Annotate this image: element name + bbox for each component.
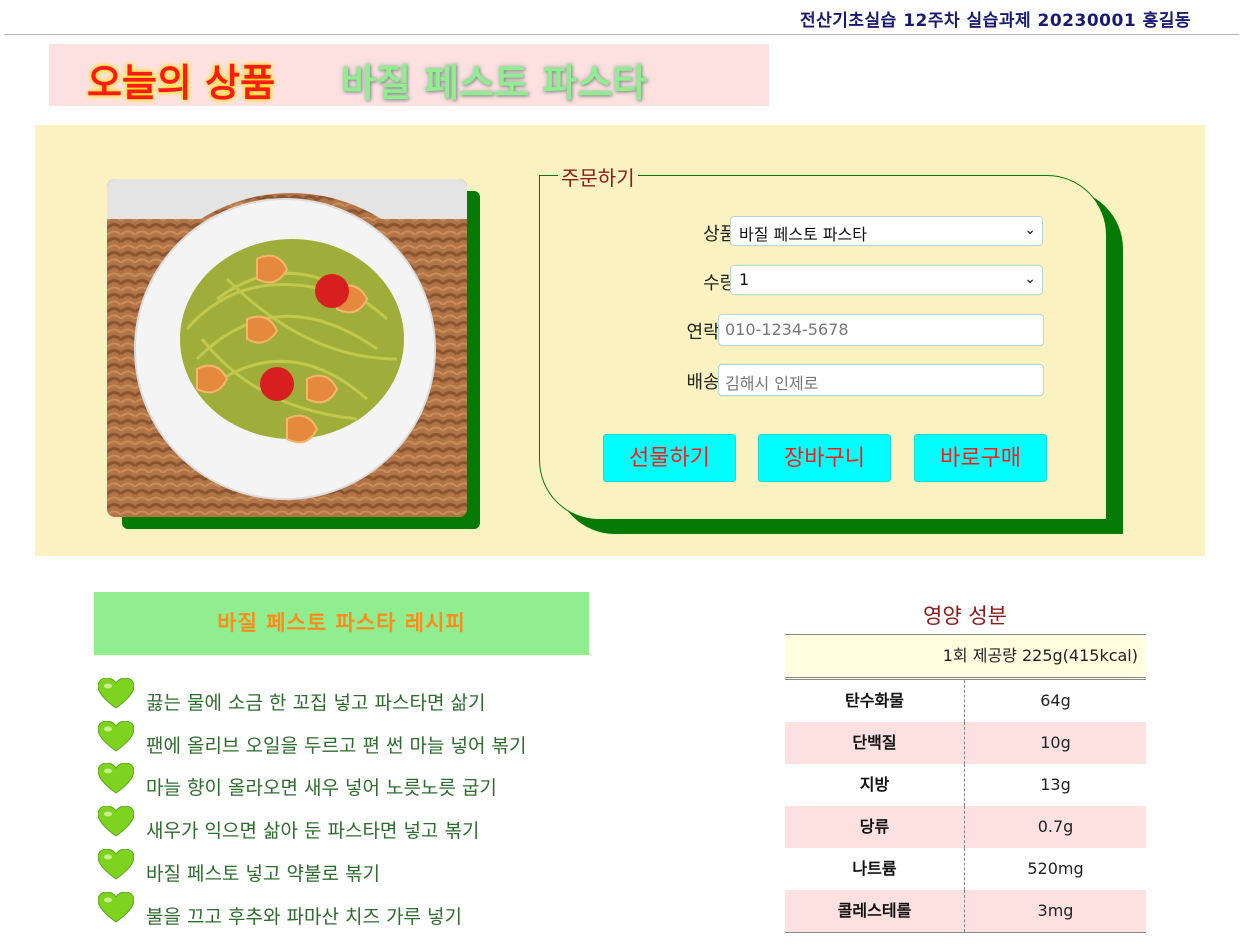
nutrition-caption: 영양 성분: [923, 604, 1007, 628]
nutrient-value: 3mg: [1037, 901, 1074, 920]
recipe-step-text: 새우가 익으면 삶아 둔 파스타면 넣고 볶기: [146, 820, 480, 842]
nutrition-row: 탄수화물 64g: [785, 680, 1146, 722]
nutrition-row: 단백질 10g: [785, 722, 1146, 764]
product-select[interactable]: 바질 페스토 파스타 ⌄: [730, 216, 1043, 246]
recipe-step-text: 바질 페스토 넣고 약불로 볶기: [146, 863, 380, 885]
chevron-down-icon: ⌄: [1024, 271, 1036, 287]
title-banner: 오늘의 상품 바질 페스토 파스타: [49, 44, 769, 106]
recipe-step: 불을 끄고 후추와 파마산 치즈 가루 넣기: [98, 892, 658, 932]
nutrition-row: 당류 0.7g: [785, 806, 1146, 848]
address-input[interactable]: 김해시 인제로: [718, 364, 1044, 396]
contact-row: 연락처 : 010-1234-5678: [540, 314, 1108, 346]
nutrient-name: 단백질: [785, 722, 965, 764]
title-prefix: 오늘의 상품: [87, 61, 276, 105]
nutrient-name: 나트륨: [785, 848, 965, 890]
order-form-legend: 주문하기: [558, 162, 638, 191]
nutrition-table: 1회 제공량 225g(415kcal) 탄수화물 64g 단백질 10g 지방…: [785, 634, 1146, 933]
green-heart-icon: [98, 721, 134, 752]
nutrient-name: 지방: [785, 764, 965, 806]
nutrient-value: 13g: [1040, 775, 1071, 794]
cart-button[interactable]: 장바구니: [758, 434, 891, 482]
nutrient-value: 520mg: [1027, 859, 1084, 878]
green-heart-icon: [98, 892, 134, 923]
quantity-select[interactable]: 1 ⌄: [730, 265, 1043, 295]
nutrient-name: 당류: [785, 806, 965, 848]
nutrient-value: 64g: [1040, 691, 1071, 710]
quantity-select-value: 1: [739, 270, 750, 289]
nutrition-row: 지방 13g: [785, 764, 1146, 806]
recipe-title: 바질 페스토 파스타 레시피: [94, 592, 589, 655]
nutrient-value: 10g: [1040, 733, 1071, 752]
nutrient-name: 콜레스테롤: [785, 890, 965, 932]
order-panel: 주문하기 상품 : 바질 페스토 파스타 ⌄ 수량 : 1 ⌄ 연락처 : 01…: [35, 125, 1205, 556]
recipe-step-text: 끓는 물에 소금 한 꼬집 넣고 파스타면 삶기: [146, 692, 486, 714]
recipe-step-text: 팬에 올리브 오일을 두르고 편 썬 마늘 넣어 볶기: [146, 735, 527, 757]
recipe-step: 새우가 익으면 삶아 둔 파스타면 넣고 볶기: [98, 806, 658, 846]
green-heart-icon: [98, 806, 134, 837]
recipe-step-text: 불을 끄고 후추와 파마산 치즈 가루 넣기: [146, 906, 462, 928]
recipe-step-text: 마늘 향이 올라오면 새우 넣어 노릇노릇 굽기: [146, 777, 497, 799]
nutrition-row: 나트륨 520mg: [785, 848, 1146, 890]
green-heart-icon: [98, 678, 134, 709]
pasta-photo: [107, 179, 467, 517]
header-divider: [4, 34, 1239, 35]
gift-button[interactable]: 선물하기: [603, 434, 736, 482]
address-row: 배송지 : 김해시 인제로: [540, 364, 1108, 396]
product-select-value: 바질 페스토 파스타: [739, 225, 867, 244]
recipe-step: 마늘 향이 올라오면 새우 넣어 노릇노릇 굽기: [98, 763, 658, 803]
contact-input[interactable]: 010-1234-5678: [718, 314, 1044, 346]
assignment-header: 전산기초실습 12주차 실습과제 20230001 홍길동: [799, 11, 1191, 31]
title-product-name: 바질 페스토 파스타: [341, 61, 648, 105]
green-heart-icon: [98, 849, 134, 880]
product-row: 상품 : 바질 페스토 파스타 ⌄: [540, 216, 1108, 248]
serving-size: 1회 제공량 225g(415kcal): [785, 634, 1146, 680]
buy-now-button[interactable]: 바로구매: [914, 434, 1047, 482]
quantity-row: 수량 : 1 ⌄: [540, 265, 1108, 297]
nutrient-name: 탄수화물: [785, 680, 965, 722]
recipe-step: 팬에 올리브 오일을 두르고 편 썬 마늘 넣어 볶기: [98, 721, 658, 761]
recipe-step: 바질 페스토 넣고 약불로 볶기: [98, 849, 658, 889]
nutrition-row: 콜레스테롤 3mg: [785, 890, 1146, 933]
green-heart-icon: [98, 763, 134, 794]
recipe-step: 끓는 물에 소금 한 꼬집 넣고 파스타면 삶기: [98, 678, 658, 718]
order-form: 주문하기 상품 : 바질 페스토 파스타 ⌄ 수량 : 1 ⌄ 연락처 : 01…: [539, 162, 1108, 520]
chevron-down-icon: ⌄: [1024, 222, 1036, 238]
nutrient-value: 0.7g: [1037, 817, 1074, 836]
